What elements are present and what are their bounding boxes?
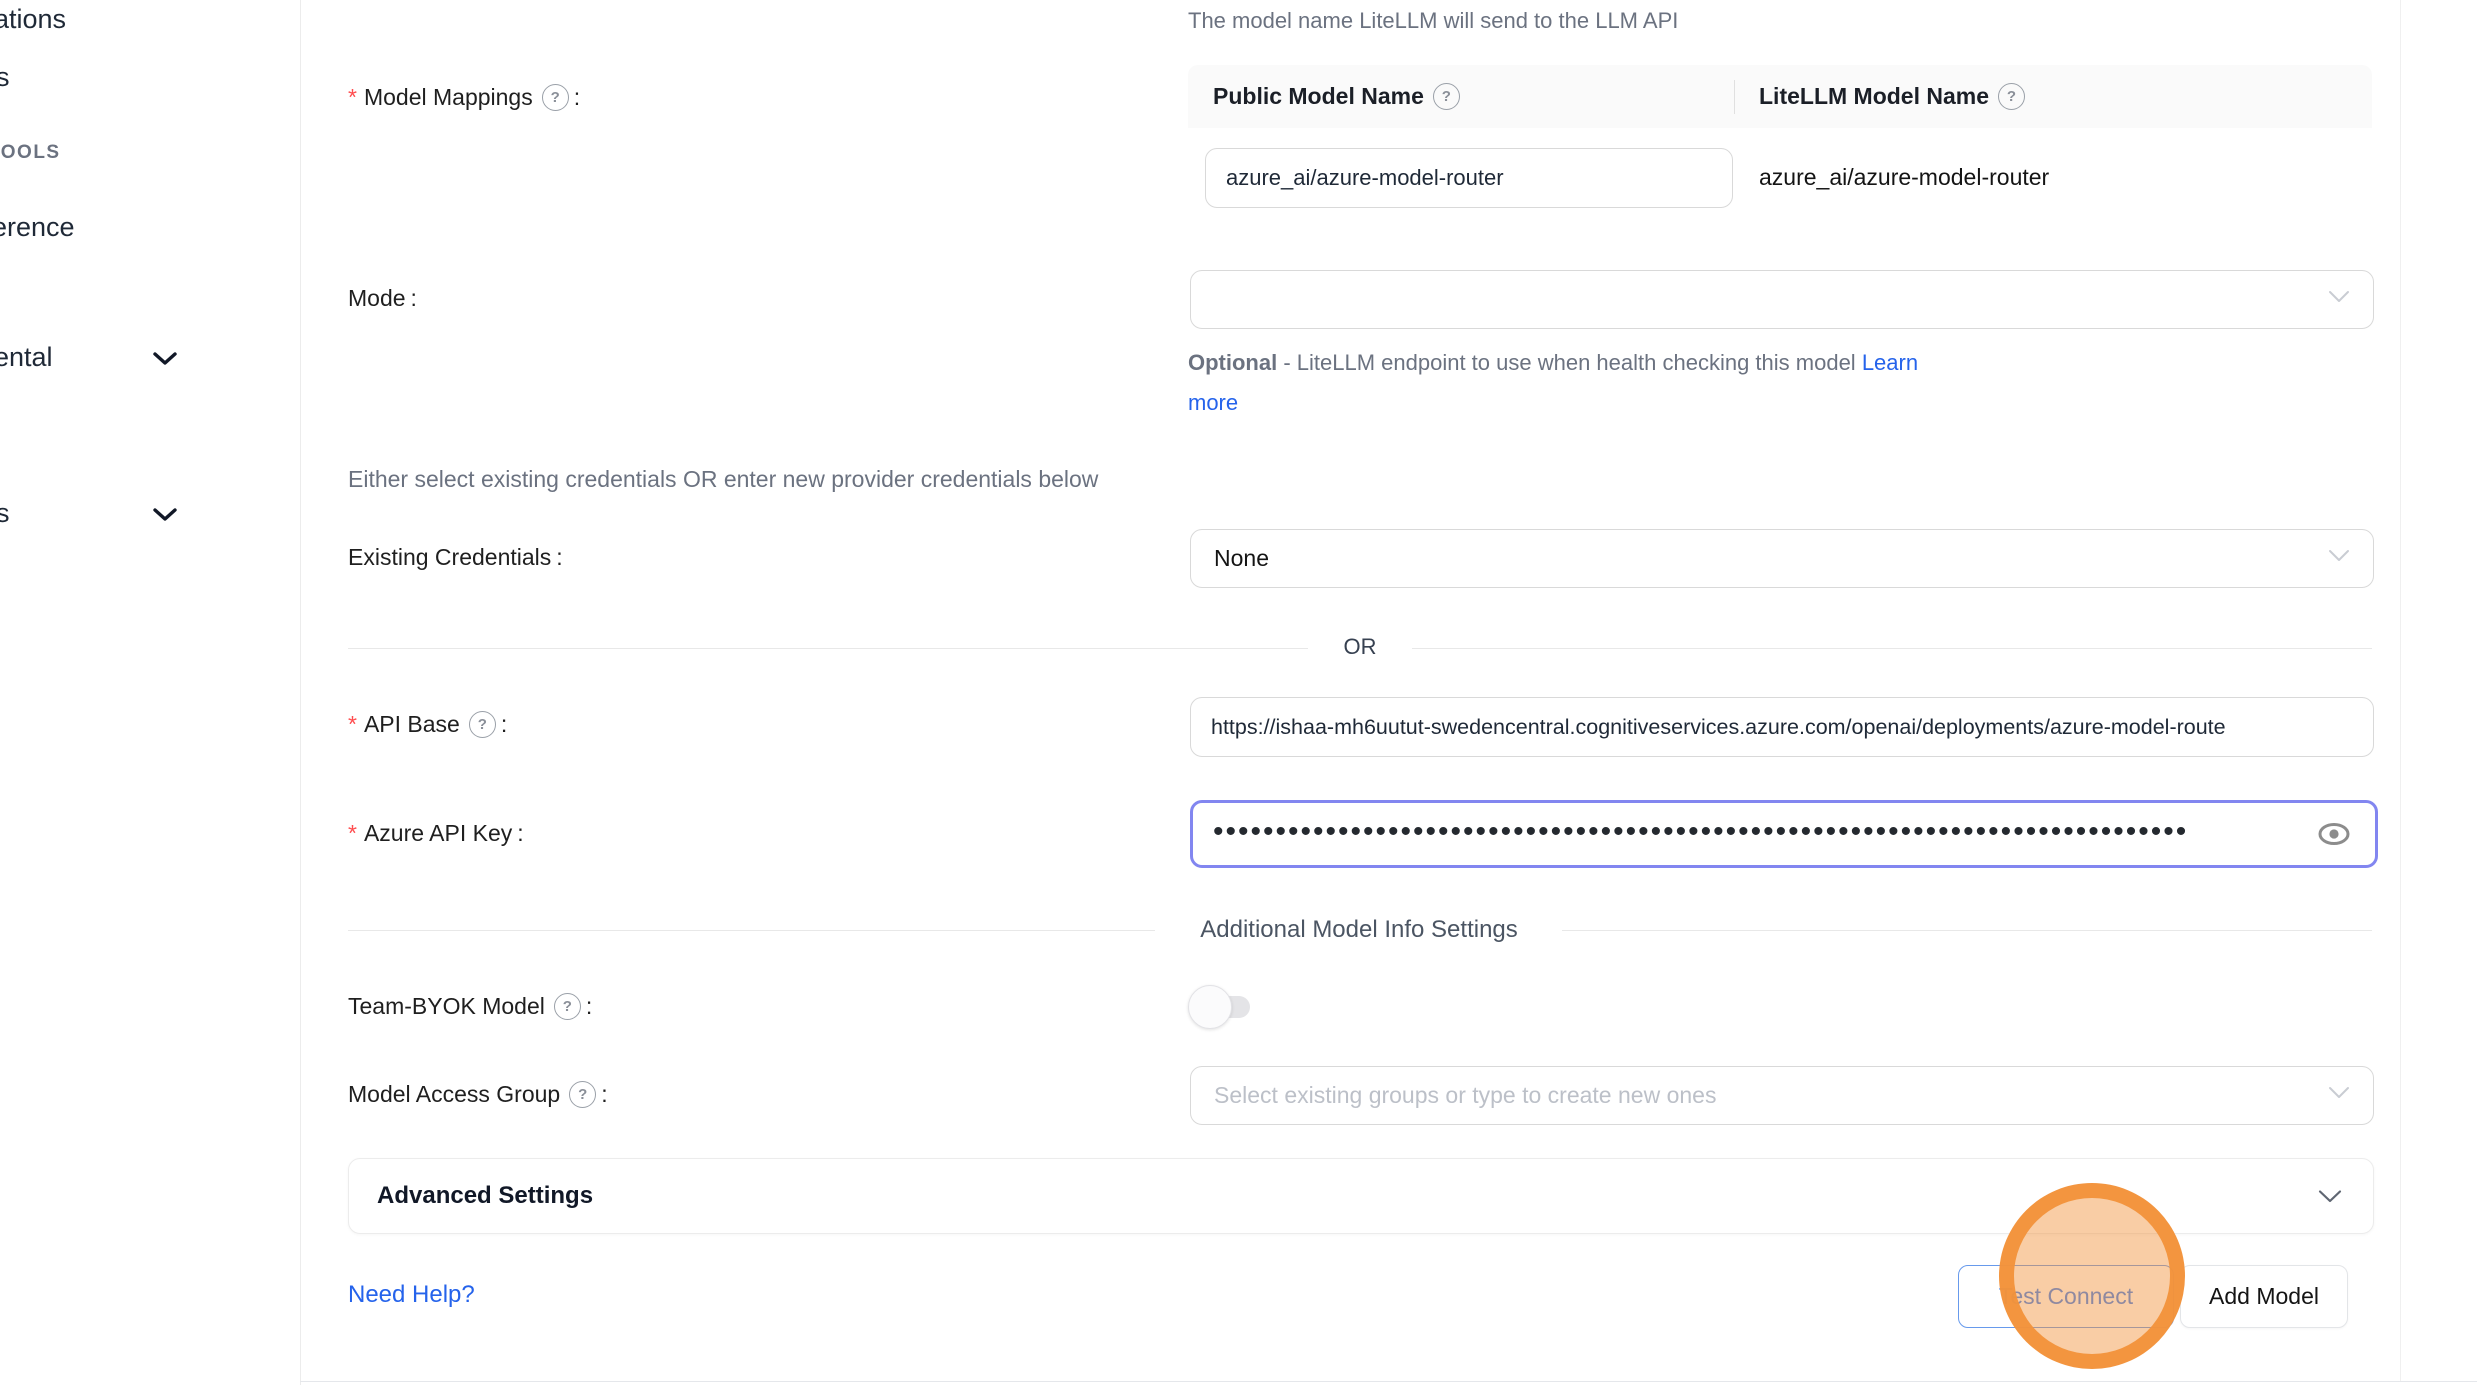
sidebar-item-inference[interactable]: erence [0, 212, 75, 243]
model-access-group-label: Model Access Group ? : [348, 1081, 608, 1108]
model-access-group-select[interactable]: Select existing groups or type to create… [1190, 1066, 2374, 1125]
label-text: API Base [364, 711, 460, 738]
mode-select[interactable] [1190, 270, 2374, 329]
required-mark: * [348, 820, 357, 847]
column-header-public-model-name: Public Model Name ? [1213, 83, 1460, 110]
sidebar-item-organizations[interactable]: ations [0, 4, 66, 35]
public-model-name-input[interactable] [1206, 165, 1732, 191]
colon: : [411, 285, 417, 312]
sidebar-item-settings[interactable]: s [0, 498, 300, 532]
api-base-input-wrap [1190, 697, 2374, 757]
public-model-name-input-wrap [1205, 148, 1733, 208]
model-access-group-placeholder: Select existing groups or type to create… [1191, 1082, 2327, 1109]
mode-hint-line1: Optional - LiteLLM endpoint to use when … [1188, 350, 1918, 376]
help-icon[interactable]: ? [569, 1081, 596, 1108]
chevron-down-icon [2327, 289, 2351, 310]
sidebar-item-label: s [0, 498, 10, 529]
add-model-page: ations s TOOLS erence ental s The model … [0, 0, 2477, 1385]
existing-credentials-label: Existing Credentials : [348, 544, 563, 571]
help-icon[interactable]: ? [1998, 83, 2025, 110]
or-divider-text: OR [1308, 634, 1412, 660]
help-icon[interactable]: ? [542, 84, 569, 111]
need-help-link[interactable]: Need Help? [348, 1281, 475, 1309]
colon: : [586, 993, 592, 1020]
sidebar-section-tools: TOOLS [0, 142, 61, 164]
click-highlight-circle [1999, 1183, 2185, 1369]
column-header-text: LiteLLM Model Name [1759, 83, 1989, 110]
hint-body: - LiteLLM endpoint to use when health ch… [1277, 350, 1862, 375]
content-bottom-divider [300, 1381, 2477, 1382]
chevron-down-icon [2327, 1085, 2351, 1106]
colon: : [574, 84, 580, 111]
azure-api-key-input[interactable]: ••••••••••••••••••••••••••••••••••••••••… [1190, 800, 2378, 868]
learn-more-link[interactable]: Learn [1862, 350, 1918, 375]
colon: : [501, 711, 507, 738]
chevron-down-icon [2327, 548, 2351, 569]
label-text: Azure API Key [364, 820, 512, 847]
label-text: Model Access Group [348, 1081, 560, 1108]
colon: : [556, 544, 562, 571]
mode-label: Mode : [348, 285, 417, 312]
label-text: Existing Credentials [348, 544, 551, 571]
api-base-input[interactable] [1191, 715, 2373, 740]
or-divider-line-right [1412, 648, 2372, 649]
litellm-model-name-value: azure_ai/azure-model-router [1759, 164, 2049, 191]
add-model-button[interactable]: Add Model [2180, 1265, 2348, 1328]
colon: : [517, 820, 523, 847]
required-mark: * [348, 84, 357, 111]
or-divider-line-left [348, 648, 1308, 649]
help-icon[interactable]: ? [1433, 83, 1460, 110]
table-column-divider [1734, 80, 1735, 114]
chevron-down-icon [150, 506, 180, 529]
sidebar: ations s TOOLS erence ental s [0, 0, 301, 1385]
hint-optional: Optional [1188, 350, 1277, 375]
help-icon[interactable]: ? [554, 993, 581, 1020]
column-header-text: Public Model Name [1213, 83, 1424, 110]
advanced-settings-title: Advanced Settings [377, 1182, 2317, 1210]
sidebar-item-models[interactable]: s [0, 62, 10, 93]
model-name-hint: The model name LiteLLM will send to the … [1188, 8, 1678, 34]
existing-credentials-select[interactable]: None [1190, 529, 2374, 588]
help-icon[interactable]: ? [469, 711, 496, 738]
learn-more-link[interactable]: more [1188, 390, 1238, 415]
label-text: Model Mappings [364, 84, 533, 111]
team-byok-toggle-knob[interactable] [1188, 985, 1232, 1029]
content-right-divider [2400, 0, 2401, 1381]
model-mappings-label: * Model Mappings ? : [348, 84, 580, 111]
existing-credentials-value: None [1191, 545, 2327, 572]
sidebar-item-experimental[interactable]: ental [0, 342, 300, 376]
label-text: Mode [348, 285, 406, 312]
masked-password-dots: ••••••••••••••••••••••••••••••••••••••••… [1193, 817, 2317, 847]
column-header-litellm-model-name: LiteLLM Model Name ? [1759, 83, 2025, 110]
team-byok-label: Team-BYOK Model ? : [348, 993, 592, 1020]
chevron-down-icon [150, 350, 180, 373]
colon: : [601, 1081, 607, 1108]
mode-hint-line2: more [1188, 390, 1238, 416]
info-divider-line-right [1562, 930, 2372, 931]
azure-api-key-label: * Azure API Key : [348, 820, 524, 847]
info-divider-line-left [348, 930, 1155, 931]
api-base-label: * API Base ? : [348, 711, 507, 738]
label-text: Team-BYOK Model [348, 993, 545, 1020]
required-mark: * [348, 711, 357, 738]
info-divider-text: Additional Model Info Settings [1159, 916, 1559, 944]
sidebar-item-label: ental [0, 342, 53, 373]
credentials-note: Either select existing credentials OR en… [348, 466, 1098, 493]
chevron-down-icon [2317, 1188, 2343, 1205]
eye-icon[interactable] [2317, 821, 2351, 847]
